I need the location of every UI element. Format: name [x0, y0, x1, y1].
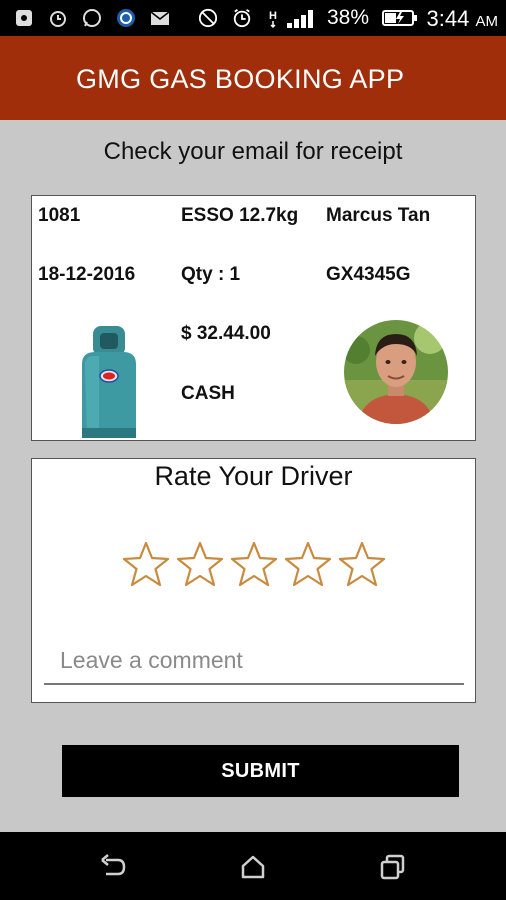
home-icon[interactable] [238, 852, 268, 882]
whatsapp-icon [82, 8, 102, 28]
star-2-icon[interactable] [176, 541, 224, 587]
rating-card: Rate Your Driver [31, 458, 476, 703]
alarm-icon [232, 8, 252, 28]
app-bar: GMG GAS BOOKING APP [0, 36, 506, 120]
clock: 3:44 AM [426, 6, 498, 31]
alarm-notification-icon [48, 8, 68, 28]
star-4-icon[interactable] [284, 541, 332, 587]
battery-charging-icon [382, 8, 418, 28]
order-price: $ 32.44.00 [181, 323, 271, 344]
app-title: GMG GAS BOOKING APP [76, 64, 405, 94]
mute-icon [198, 8, 218, 28]
order-quantity: Qty : 1 [181, 264, 241, 285]
payment-method: CASH [181, 383, 235, 404]
back-icon[interactable] [98, 852, 128, 882]
star-1-icon[interactable] [122, 541, 170, 587]
rate-driver-title: Rate Your Driver [154, 461, 353, 491]
star-3-icon[interactable] [230, 541, 278, 587]
star-rating[interactable] [122, 541, 386, 587]
svg-text:H: H [269, 10, 277, 22]
gas-cylinder-image [77, 324, 141, 442]
battery-percent: 38% [327, 6, 370, 29]
vehicle-plate: GX4345G [326, 264, 411, 285]
driver-name: Marcus Tan [326, 205, 431, 226]
comment-input[interactable] [44, 637, 464, 685]
app-notification-icon [116, 8, 136, 28]
star-5-icon[interactable] [338, 541, 386, 587]
product-name: ESSO 12.7kg [181, 205, 299, 226]
order-date: 18-12-2016 [38, 264, 136, 285]
recent-apps-icon[interactable] [378, 852, 408, 882]
status-bar: H 38% 3:44 AM [0, 0, 506, 36]
mail-icon [150, 8, 170, 28]
signal-icon: H [268, 8, 322, 29]
receipt-message: Check your email for receipt [103, 138, 403, 165]
submit-button[interactable]: SUBMIT [62, 745, 459, 797]
order-id: 1081 [38, 205, 81, 226]
order-summary-card: 1081 ESSO 12.7kg Marcus Tan 18-12-2016 Q… [31, 195, 476, 441]
driver-avatar [344, 320, 448, 424]
image-notification-icon [14, 8, 34, 28]
navigation-bar [0, 832, 506, 900]
